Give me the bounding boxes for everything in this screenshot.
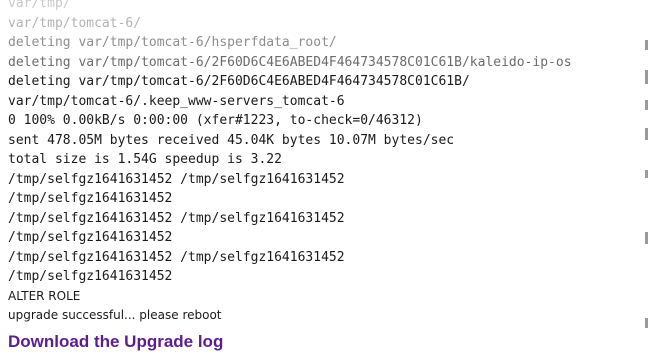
- edge-fragment: [645, 40, 648, 50]
- log-line: /tmp/selfgz1641631452: [8, 230, 173, 245]
- log-line: /tmp/selfgz1641631452 /tmp/selfgz1641631…: [8, 171, 345, 187]
- log-line: /tmp/selfgz1641631452 /tmp/selfgz1641631…: [8, 249, 345, 265]
- log-line: sent 478.05M bytes received 45.04K bytes…: [8, 132, 455, 148]
- log-line: deleting var/tmp/tomcat-6/2F60D6C4E6ABED…: [8, 54, 572, 70]
- log-line: /tmp/selfgz1641631452: [8, 191, 173, 206]
- log-line: var/tmp/tomcat-6/.keep_www-servers_tomca…: [8, 93, 345, 109]
- log-line: var/tmp/tomcat-6/: [8, 15, 142, 31]
- upgrade-log-output: var/tmp/ var/tmp/tomcat-6/ deleting var/…: [8, 0, 638, 353]
- edge-fragment: [645, 128, 648, 140]
- adjacent-panel-edge: [641, 0, 657, 353]
- log-line: deleting var/tmp/tomcat-6/hsperfdata_roo…: [8, 35, 337, 50]
- edge-fragment: [645, 100, 648, 110]
- log-line: total size is 1.54G speedup is 3.22: [8, 152, 282, 167]
- edge-fragment: [645, 170, 648, 178]
- log-line: /tmp/selfgz1641631452: [8, 269, 173, 284]
- log-line: upgrade successful... please reboot: [8, 308, 222, 322]
- edge-fragment: [645, 70, 648, 84]
- log-line: /tmp/selfgz1641631452 /tmp/selfgz1641631…: [8, 210, 345, 226]
- log-line: 0 100% 0.00kB/s 0:00:00 (xfer#1223, to-c…: [8, 113, 423, 128]
- log-line: ALTER ROLE: [8, 288, 81, 303]
- edge-fragment: [645, 318, 648, 328]
- log-lines: var/tmp/ var/tmp/tomcat-6/ deleting var/…: [8, 0, 572, 326]
- download-upgrade-log-link[interactable]: Download the Upgrade log: [8, 332, 223, 352]
- log-line: var/tmp/: [8, 0, 71, 11]
- log-line: deleting var/tmp/tomcat-6/2F60D6C4E6ABED…: [8, 74, 470, 89]
- edge-fragment: [645, 232, 648, 244]
